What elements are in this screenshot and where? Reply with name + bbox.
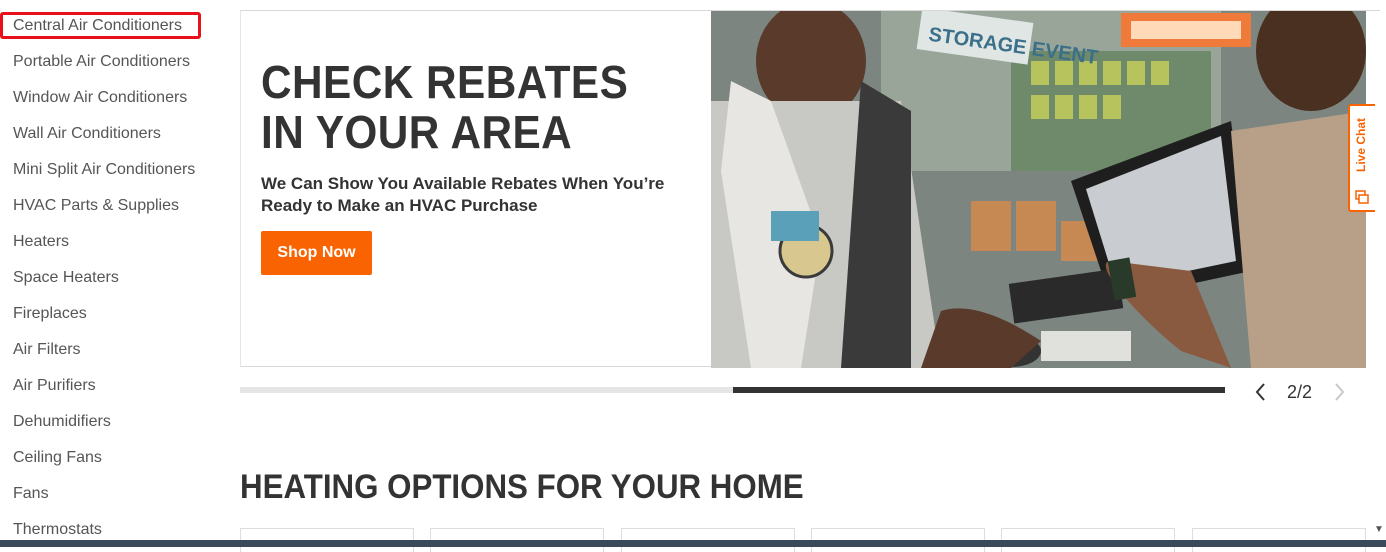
- sidebar-item-window-air-conditioners[interactable]: Window Air Conditioners: [13, 88, 187, 108]
- sidebar-item-hvac-parts-supplies[interactable]: HVAC Parts & Supplies: [13, 196, 179, 216]
- sidebar-item-wall-air-conditioners[interactable]: Wall Air Conditioners: [13, 124, 161, 144]
- chat-bubble-icon: [1355, 190, 1369, 209]
- bottom-edge-strip: [0, 540, 1386, 547]
- sidebar-item-thermostats[interactable]: Thermostats: [13, 520, 102, 540]
- chevron-right-icon[interactable]: [1333, 380, 1347, 411]
- carousel-progress-track: [240, 387, 1225, 393]
- sidebar-item-portable-air-conditioners[interactable]: Portable Air Conditioners: [13, 52, 190, 72]
- live-chat-button[interactable]: Live Chat: [1348, 104, 1375, 212]
- carousel-pager: 2/2: [1287, 382, 1313, 402]
- live-chat-label: Live Chat: [1354, 118, 1368, 173]
- banner-photo: STORAGE EVENT: [711, 11, 1366, 368]
- banner-title: CHECK REBATES IN YOUR AREA: [261, 56, 629, 158]
- sidebar-item-ceiling-fans[interactable]: Ceiling Fans: [13, 448, 102, 468]
- sidebar-item-air-purifiers[interactable]: Air Purifiers: [13, 376, 96, 396]
- sidebar-item-space-heaters[interactable]: Space Heaters: [13, 268, 119, 288]
- carousel-progress-fill: [732, 387, 1225, 393]
- scroll-down-arrow-icon[interactable]: ▼: [1374, 524, 1384, 535]
- sidebar-item-dehumidifiers[interactable]: Dehumidifiers: [13, 412, 111, 432]
- section-heading: HEATING OPTIONS FOR YOUR HOME: [240, 468, 804, 506]
- banner-subtitle: We Can Show You Available Rebates When Y…: [261, 174, 665, 215]
- category-sidebar: Central Air Conditioners Portable Air Co…: [0, 0, 240, 547]
- sidebar-item-fireplaces[interactable]: Fireplaces: [13, 304, 87, 324]
- promo-banner[interactable]: CHECK REBATES IN YOUR AREA We Can Show Y…: [240, 10, 1366, 368]
- sidebar-item-fans[interactable]: Fans: [13, 484, 49, 504]
- sidebar-item-air-filters[interactable]: Air Filters: [13, 340, 81, 360]
- shop-now-button[interactable]: Shop Now: [261, 231, 372, 275]
- sidebar-item-mini-split-air-conditioners[interactable]: Mini Split Air Conditioners: [13, 160, 195, 180]
- chevron-left-icon[interactable]: [1253, 380, 1267, 411]
- sidebar-item-heaters[interactable]: Heaters: [13, 232, 69, 252]
- sidebar-item-central-air-conditioners[interactable]: Central Air Conditioners: [13, 16, 182, 36]
